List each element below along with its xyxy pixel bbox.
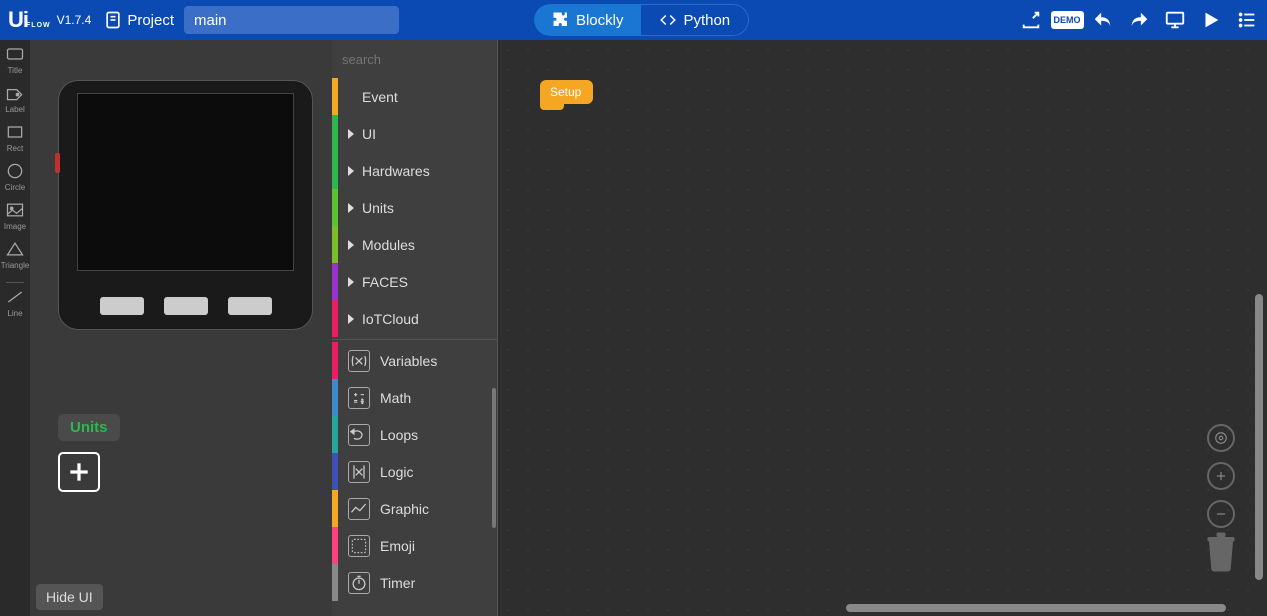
chevron-right-icon <box>348 166 354 176</box>
emoji-icon <box>348 535 370 557</box>
workspace-scrollbar-horizontal[interactable] <box>846 604 1226 612</box>
demo-button[interactable]: DEMO <box>1055 8 1079 32</box>
tool-line[interactable]: Line <box>5 287 25 318</box>
add-unit-button[interactable] <box>58 452 100 492</box>
categories-panel: EventUIHardwaresUnitsModulesFACESIoTClou… <box>332 40 498 616</box>
category-timer[interactable]: Timer <box>332 564 497 601</box>
header-right: DEMO <box>1019 8 1259 32</box>
chevron-right-icon <box>348 277 354 287</box>
timer-icon <box>348 572 370 594</box>
trash-button[interactable] <box>1203 531 1239 578</box>
view-mode-tabs: Blockly Python <box>534 4 749 36</box>
zoom-in-button[interactable] <box>1207 462 1235 490</box>
category-ui[interactable]: UI <box>332 115 497 152</box>
variables-icon <box>348 350 370 372</box>
units-badge[interactable]: Units <box>58 414 120 441</box>
code-icon <box>659 11 677 29</box>
device-screen[interactable] <box>77 93 294 271</box>
chevron-right-icon <box>348 129 354 139</box>
header: UiFLOW V1.7.4 Project Blockly Python DEM… <box>0 0 1267 40</box>
search-row <box>332 40 497 78</box>
chevron-right-icon <box>348 314 354 324</box>
workspace[interactable]: Setup <box>498 40 1267 616</box>
logic-icon <box>348 461 370 483</box>
tool-circle[interactable]: Circle <box>5 161 25 192</box>
project-label: Project <box>127 12 174 29</box>
center-button[interactable] <box>1207 424 1235 452</box>
category-modules[interactable]: Modules <box>332 226 497 263</box>
device-button-b[interactable] <box>164 297 208 315</box>
tab-blockly[interactable]: Blockly <box>534 4 642 36</box>
device-notch <box>55 153 60 173</box>
project-button[interactable]: Project <box>103 10 174 30</box>
redo-button[interactable] <box>1127 8 1151 32</box>
device-buttons <box>59 297 312 315</box>
category-loops[interactable]: Loops <box>332 416 497 453</box>
tool-triangle[interactable]: Triangle <box>1 239 30 270</box>
category-scrollbar[interactable] <box>492 388 496 528</box>
device-button-c[interactable] <box>228 297 272 315</box>
tool-label[interactable]: Label <box>5 83 25 114</box>
line-icon <box>5 287 25 307</box>
tool-rect[interactable]: Rect <box>5 122 25 153</box>
search-input[interactable] <box>342 52 498 67</box>
loops-icon <box>348 424 370 446</box>
chevron-right-icon <box>348 203 354 213</box>
category-separator <box>332 339 497 340</box>
version-label: V1.7.4 <box>57 13 92 27</box>
puzzle-icon <box>552 11 570 29</box>
category-hardwares[interactable]: Hardwares <box>332 152 497 189</box>
image-icon <box>5 200 25 220</box>
category-variables[interactable]: Variables <box>332 342 497 379</box>
device-button[interactable] <box>1163 8 1187 32</box>
circle-icon <box>5 161 25 181</box>
logo: UiFLOW <box>8 7 51 33</box>
chevron-right-icon <box>348 240 354 250</box>
file-icon <box>103 10 123 30</box>
device-button-a[interactable] <box>100 297 144 315</box>
workspace-scrollbar-vertical[interactable] <box>1255 294 1263 580</box>
tool-separator <box>6 282 24 283</box>
category-iotcloud[interactable]: IoTCloud <box>332 300 497 337</box>
category-event[interactable]: Event <box>332 78 497 115</box>
graphic-icon <box>348 498 370 520</box>
ui-preview-panel: Units Hide UI <box>30 40 332 616</box>
left-toolbar: Title Label Rect Circle Image Triangle Line <box>0 40 30 616</box>
rect-icon <box>5 122 25 142</box>
tool-image[interactable]: Image <box>4 200 26 231</box>
triangle-icon <box>5 239 25 259</box>
device-preview[interactable] <box>58 80 313 330</box>
run-button[interactable] <box>1199 8 1223 32</box>
upload-button[interactable] <box>1019 8 1043 32</box>
math-icon <box>348 387 370 409</box>
title-icon <box>5 44 25 64</box>
category-emoji[interactable]: Emoji <box>332 527 497 564</box>
filename-input[interactable] <box>184 6 399 34</box>
category-logic[interactable]: Logic <box>332 453 497 490</box>
tool-title[interactable]: Title <box>5 44 25 75</box>
menu-button[interactable] <box>1235 8 1259 32</box>
zoom-out-button[interactable] <box>1207 500 1235 528</box>
tab-python[interactable]: Python <box>641 4 749 36</box>
hide-ui-button[interactable]: Hide UI <box>36 584 103 610</box>
category-faces[interactable]: FACES <box>332 263 497 300</box>
category-units[interactable]: Units <box>332 189 497 226</box>
setup-block[interactable]: Setup <box>540 80 593 104</box>
category-graphic[interactable]: Graphic <box>332 490 497 527</box>
category-math[interactable]: Math <box>332 379 497 416</box>
undo-button[interactable] <box>1091 8 1115 32</box>
workspace-controls <box>1207 424 1235 528</box>
plus-icon <box>66 459 92 485</box>
label-icon <box>5 83 25 103</box>
